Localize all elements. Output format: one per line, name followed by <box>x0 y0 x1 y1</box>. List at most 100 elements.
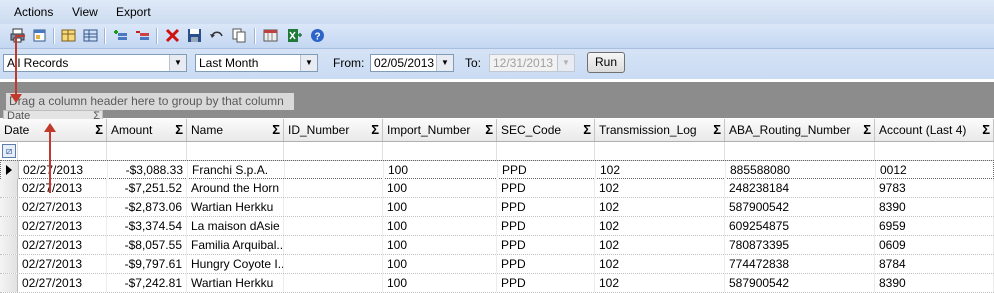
delete-icon[interactable] <box>164 27 181 44</box>
table-row[interactable]: 02/27/2013 -$7,242.81 Wartian Herkku 100 PPD… <box>0 274 994 293</box>
cell-aba-routing-number[interactable]: 587900542 <box>725 274 875 292</box>
save-icon[interactable] <box>186 27 203 44</box>
cell-amount[interactable]: -$3,088.33 <box>108 161 188 179</box>
row-selector[interactable] <box>1 161 19 179</box>
cell-date[interactable]: 02/27/2013 <box>18 217 107 235</box>
row-selector[interactable] <box>0 274 18 292</box>
filter-cell-import-number[interactable] <box>383 142 497 160</box>
cell-sec-code[interactable]: PPD <box>497 236 595 254</box>
remove-row-icon[interactable] <box>134 27 151 44</box>
sum-icon[interactable]: Σ <box>175 119 183 141</box>
sum-icon[interactable]: Σ <box>371 119 379 141</box>
sum-icon[interactable]: Σ <box>982 119 990 141</box>
cell-date[interactable]: 02/27/2013 <box>18 179 107 197</box>
cell-id-number[interactable] <box>284 179 383 197</box>
cell-import-number[interactable]: 100 <box>383 198 497 216</box>
table-icon[interactable] <box>82 27 99 44</box>
cell-name[interactable]: Wartian Herkku <box>187 198 284 216</box>
menu-export[interactable]: Export <box>116 5 151 19</box>
chevron-down-icon[interactable]: ▼ <box>169 55 186 71</box>
sum-icon[interactable]: Σ <box>583 119 591 141</box>
cell-name[interactable]: Familia Arquibal... <box>187 236 284 254</box>
cell-import-number[interactable]: 100 <box>383 255 497 273</box>
cell-import-number[interactable]: 100 <box>384 161 498 179</box>
sum-icon[interactable]: Σ <box>713 119 721 141</box>
cell-aba-routing-number[interactable]: 774472838 <box>725 255 875 273</box>
cell-id-number[interactable] <box>285 161 384 179</box>
cell-transmission-log[interactable]: 102 <box>595 179 725 197</box>
table-row[interactable]: 02/27/2013 -$2,873.06 Wartian Herkku 100 PPD… <box>0 198 994 217</box>
column-header-sec-code[interactable]: SEC_Code Σ <box>497 119 595 141</box>
row-selector[interactable] <box>0 198 18 216</box>
cell-amount[interactable]: -$9,797.61 <box>107 255 187 273</box>
add-row-icon[interactable] <box>112 27 129 44</box>
table-row[interactable]: 02/27/2013 -$9,797.61 Hungry Coyote I... 10… <box>0 255 994 274</box>
cell-account-last4[interactable]: 0609 <box>875 236 994 254</box>
column-header-import-number[interactable]: Import_Number Σ <box>383 119 497 141</box>
cell-transmission-log[interactable]: 102 <box>595 236 725 254</box>
undo-icon[interactable] <box>208 27 225 44</box>
cell-aba-routing-number[interactable]: 587900542 <box>725 198 875 216</box>
cell-account-last4[interactable]: 6959 <box>875 217 994 235</box>
help-icon[interactable]: ? <box>309 27 326 44</box>
cell-aba-routing-number[interactable]: 780873395 <box>725 236 875 254</box>
cell-account-last4[interactable]: 8390 <box>875 198 994 216</box>
table-row[interactable]: 02/27/2013 -$3,374.54 La maison dAsie 100 PP… <box>0 217 994 236</box>
chevron-down-icon[interactable]: ▼ <box>300 55 317 71</box>
cell-import-number[interactable]: 100 <box>383 274 497 292</box>
cell-sec-code[interactable]: PPD <box>497 217 595 235</box>
filter-cell-name[interactable] <box>187 142 284 160</box>
cell-date[interactable]: 02/27/2013 <box>18 198 107 216</box>
filter-cell-id-number[interactable] <box>284 142 383 160</box>
sum-icon[interactable]: Σ <box>95 119 103 141</box>
cell-sec-code[interactable]: PPD <box>497 179 595 197</box>
column-header-transmission-log[interactable]: Transmission_Log Σ <box>595 119 725 141</box>
cell-aba-routing-number[interactable]: 885588080 <box>726 161 876 179</box>
print-preview-icon[interactable] <box>31 27 48 44</box>
cell-transmission-log[interactable]: 102 <box>595 198 725 216</box>
filter-cell-aba-routing-number[interactable] <box>725 142 875 160</box>
cell-id-number[interactable] <box>284 217 383 235</box>
menu-view[interactable]: View <box>72 5 98 19</box>
filter-cell-transmission-log[interactable] <box>595 142 725 160</box>
cell-date[interactable]: 02/27/2013 <box>18 236 107 254</box>
copy-icon[interactable] <box>231 27 248 44</box>
from-date-picker[interactable]: 02/05/2013 ▼ <box>370 54 454 72</box>
cell-import-number[interactable]: 100 <box>383 217 497 235</box>
cell-account-last4[interactable]: 8784 <box>875 255 994 273</box>
cell-name[interactable]: Around the Horn <box>187 179 284 197</box>
cell-amount[interactable]: -$7,242.81 <box>107 274 187 292</box>
cell-name[interactable]: Hungry Coyote I... <box>187 255 284 273</box>
filter-cell-sec-code[interactable] <box>497 142 595 160</box>
cell-name[interactable]: Franchi S.p.A. <box>188 161 285 179</box>
menu-actions[interactable]: Actions <box>14 5 53 19</box>
excel-export-icon[interactable] <box>286 27 303 44</box>
sum-icon[interactable]: Σ <box>485 119 493 141</box>
run-button[interactable]: Run <box>587 52 625 73</box>
row-selector[interactable] <box>0 255 18 273</box>
column-header-name[interactable]: Name Σ <box>187 119 284 141</box>
cell-aba-routing-number[interactable]: 609254875 <box>725 217 875 235</box>
cell-account-last4[interactable]: 0012 <box>876 161 994 179</box>
period-select[interactable]: Last Month ▼ <box>195 54 318 72</box>
cell-sec-code[interactable]: PPD <box>497 255 595 273</box>
cell-date[interactable]: 02/27/2013 <box>19 161 108 179</box>
table-row[interactable]: 02/27/2013 -$7,251.52 Around the Horn 100 PP… <box>0 179 994 198</box>
calculator-icon[interactable] <box>262 27 279 44</box>
column-header-aba-routing-number[interactable]: ABA_Routing_Number Σ <box>725 119 875 141</box>
cell-id-number[interactable] <box>284 236 383 254</box>
records-select[interactable]: All Records ▼ <box>3 54 187 72</box>
cell-sec-code[interactable]: PPD <box>497 274 595 292</box>
column-header-account-last4[interactable]: Account (Last 4) Σ <box>875 119 994 141</box>
cell-id-number[interactable] <box>284 274 383 292</box>
cell-name[interactable]: La maison dAsie <box>187 217 284 235</box>
cell-account-last4[interactable]: 9783 <box>875 179 994 197</box>
row-selector[interactable] <box>0 217 18 235</box>
table-row[interactable]: 02/27/2013 -$3,088.33 Franchi S.p.A. 100 PPD… <box>0 160 994 179</box>
filter-icon[interactable]: ⧄ <box>2 144 16 158</box>
cell-id-number[interactable] <box>284 198 383 216</box>
cell-name[interactable]: Wartian Herkku <box>187 274 284 292</box>
row-selector[interactable] <box>0 179 18 197</box>
cell-id-number[interactable] <box>284 255 383 273</box>
filter-cell-amount[interactable] <box>107 142 187 160</box>
